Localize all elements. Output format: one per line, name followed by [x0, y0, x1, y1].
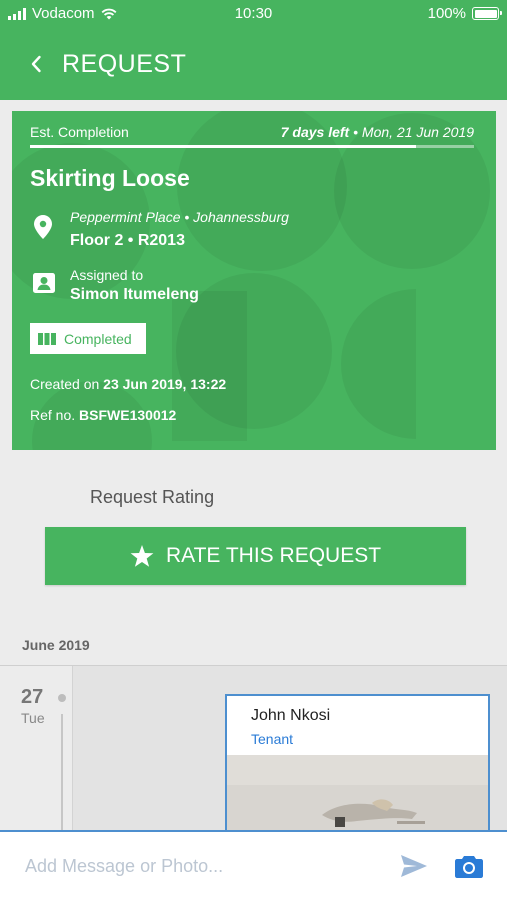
- days-left: 7 days left: [280, 124, 350, 140]
- status-label: Completed: [64, 330, 132, 347]
- send-button[interactable]: [400, 854, 428, 883]
- status-badge: Completed: [30, 323, 146, 354]
- location-building: Peppermint Place • Johannessburg: [70, 209, 289, 225]
- star-icon: [130, 544, 154, 567]
- camera-icon: [455, 856, 483, 878]
- ref-prefix: Ref no.: [30, 407, 80, 423]
- location-pin-icon: [34, 215, 52, 239]
- chevron-left-icon: [31, 55, 41, 73]
- app-bar: REQUEST: [0, 28, 507, 100]
- assigned-name: Simon Itumeleng: [70, 286, 199, 303]
- camera-button[interactable]: [455, 854, 483, 883]
- request-title: Skirting Loose: [30, 165, 190, 191]
- due-separator: •: [349, 124, 362, 140]
- message-input[interactable]: Add Message or Photo...: [25, 856, 223, 877]
- message-card[interactable]: John Nkosi Tenant: [225, 694, 490, 836]
- est-completion-label: Est. Completion: [30, 124, 129, 140]
- timeline-line: [61, 714, 63, 836]
- battery-icon: [472, 7, 502, 20]
- day-number: 27: [21, 686, 44, 708]
- day-name: Tue: [21, 710, 45, 726]
- message-composer: Add Message or Photo...: [0, 830, 507, 900]
- due-info: 7 days left • Mon, 21 Jun 2019: [281, 124, 474, 140]
- timeline-dot: [58, 694, 66, 702]
- due-date: Mon, 21 Jun 2019: [361, 124, 474, 140]
- timeline[interactable]: 27 Tue John Nkosi Tenant: [0, 665, 507, 836]
- completion-progress: [30, 145, 474, 148]
- columns-icon: [38, 332, 56, 345]
- back-button[interactable]: [22, 50, 50, 78]
- location-floor-room: Floor 2 • R2013: [70, 232, 185, 249]
- created-value: 23 Jun 2019, 13:22: [103, 376, 227, 392]
- created-prefix: Created on: [30, 376, 104, 392]
- created-info: Created on 23 Jun 2019, 13:22: [30, 376, 226, 392]
- photo-thumbnail: [227, 755, 488, 836]
- page-title: REQUEST: [62, 50, 187, 78]
- rate-button-label: RATE THIS REQUEST: [165, 544, 382, 567]
- reference-info: Ref no. BSFWE130012: [30, 407, 176, 423]
- message-author-role: Tenant: [251, 731, 294, 747]
- person-icon: [33, 273, 55, 293]
- message-photo[interactable]: [227, 755, 488, 836]
- rating-section-label: Request Rating: [90, 487, 215, 507]
- request-card: Est. Completion 7 days left • Mon, 21 Ju…: [12, 111, 496, 450]
- date-column: 27 Tue: [0, 666, 73, 836]
- rate-request-button[interactable]: RATE THIS REQUEST: [45, 527, 466, 585]
- assigned-label: Assigned to: [70, 267, 144, 283]
- progress-fill: [30, 145, 417, 148]
- status-bar: Vodacom 10:30 100%: [0, 0, 507, 28]
- battery-percent: 100%: [427, 5, 466, 22]
- timeline-month: June 2019: [22, 637, 90, 653]
- message-author: John Nkosi: [251, 707, 331, 724]
- send-icon: [401, 855, 427, 877]
- ref-value: BSFWE130012: [79, 407, 177, 423]
